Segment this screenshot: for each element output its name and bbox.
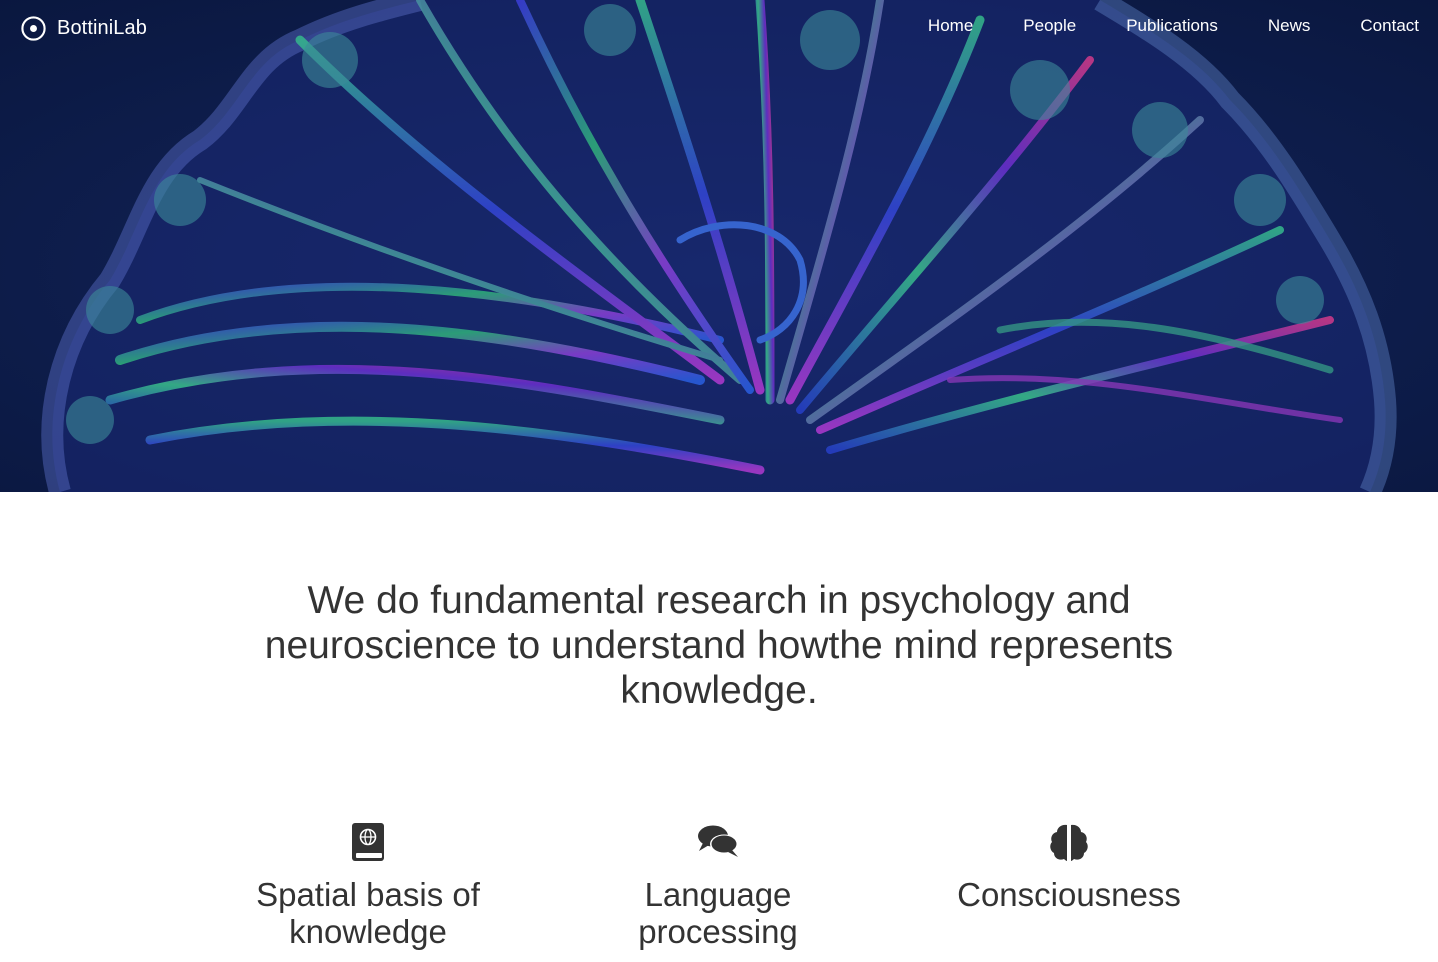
- top-navbar: BottiniLab Home People Publications News…: [0, 0, 1438, 54]
- nav-link-people[interactable]: People: [1023, 16, 1076, 36]
- nav-link-news[interactable]: News: [1268, 16, 1311, 36]
- feature-consciousness: Consciousness: [919, 822, 1219, 913]
- feature-title: Consciousness: [957, 876, 1181, 913]
- nav-link-contact[interactable]: Contact: [1360, 16, 1419, 36]
- hero-banner: [0, 0, 1438, 492]
- brand-link[interactable]: BottiniLab: [20, 14, 147, 42]
- nav-link-publications[interactable]: Publications: [1126, 16, 1218, 36]
- brain-tractography-image: [0, 0, 1438, 492]
- feature-title: Language processing: [638, 876, 798, 950]
- research-areas: Spatial basis of knowledge Language proc…: [0, 822, 1438, 962]
- mission-statement: We do fundamental research in psychology…: [264, 579, 1174, 712]
- feature-title: Spatial basis of knowledge: [256, 876, 480, 950]
- nav-link-home[interactable]: Home: [928, 16, 973, 36]
- brand-name: BottiniLab: [57, 16, 147, 39]
- feature-language-processing: Language processing: [568, 822, 868, 950]
- dot-circle-icon: [21, 15, 46, 41]
- brain-icon: [1050, 824, 1088, 861]
- nav-menu: Home People Publications News Contact: [928, 16, 1419, 36]
- feature-spatial-knowledge: Spatial basis of knowledge: [218, 822, 518, 950]
- atlas-book-icon: [352, 823, 384, 861]
- comments-icon: [698, 825, 738, 857]
